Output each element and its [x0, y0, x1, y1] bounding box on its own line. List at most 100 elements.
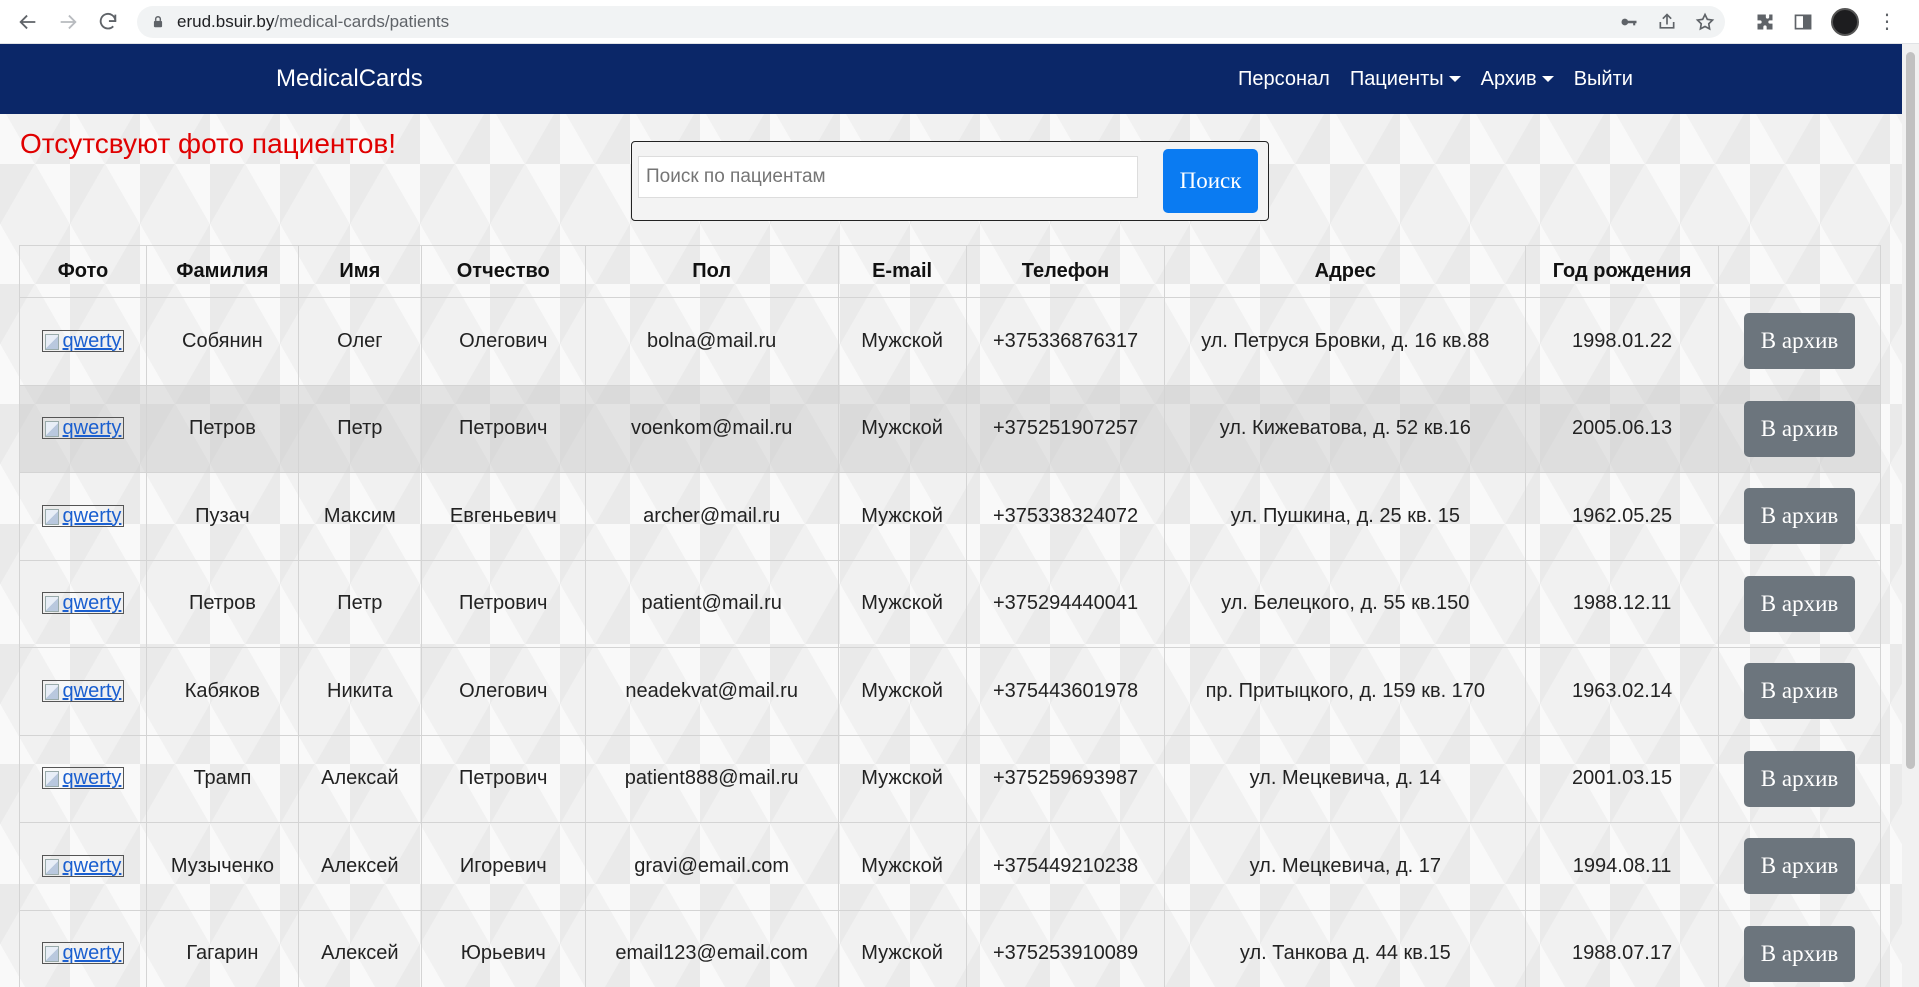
page-content: MedicalCards Персонал Пациенты Архив Вый… [0, 44, 1902, 987]
search-form: Поиск [631, 141, 1269, 221]
cell-address: ул. Мецкевича, д. 14 [1164, 734, 1527, 823]
cell-birth-year: 1962.05.25 [1525, 472, 1720, 561]
table-row: qwerty Трамп Алексай Петрович patient888@mai… [19, 734, 1881, 823]
cell-address: ул. Кижеватова, д. 52 кв.16 [1164, 384, 1527, 473]
cell-actions: В архив [1718, 734, 1881, 823]
cell-address: ул. Белецкого, д. 55 кв.150 [1164, 559, 1527, 648]
cell-phone: +375449210238 [965, 822, 1166, 911]
patient-photo-broken-image[interactable]: qwerty [41, 329, 125, 352]
table-header-row: Фото Фамилия Имя Отчество Пол E-mail Тел… [19, 245, 1881, 298]
cell-patronymic: Игоревич [420, 822, 586, 911]
cell-birth-year: 2005.06.13 [1525, 384, 1720, 473]
cell-surname: Музыченко [145, 822, 299, 911]
archive-button[interactable]: В архив [1744, 400, 1855, 457]
forward-icon[interactable] [48, 2, 88, 42]
cell-address: ул. Танкова д. 44 кв.15 [1164, 909, 1527, 987]
cell-surname: Пузач [145, 472, 299, 561]
cell-photo: qwerty [19, 559, 147, 648]
cell-name: Петр [297, 559, 422, 648]
reload-icon[interactable] [88, 2, 128, 42]
cell-patronymic: Евгеньевич [420, 472, 586, 561]
cell-patronymic: Петрович [420, 734, 586, 823]
bookmark-star-icon[interactable] [1695, 12, 1715, 32]
cell-photo: qwerty [19, 734, 147, 823]
back-icon[interactable] [8, 2, 48, 42]
cell-surname: Собянин [145, 297, 299, 386]
extensions-icon[interactable] [1755, 12, 1775, 32]
header-address: Адрес [1164, 245, 1527, 298]
cell-sex: Мужской [837, 647, 967, 736]
cell-actions: В архив [1718, 909, 1881, 987]
header-actions [1718, 245, 1881, 298]
patient-photo-broken-image[interactable]: qwerty [41, 854, 125, 877]
cell-birth-year: 2001.03.15 [1525, 734, 1720, 823]
search-button[interactable]: Поиск [1163, 149, 1258, 213]
cell-sex: Мужской [837, 384, 967, 473]
key-icon[interactable] [1619, 12, 1639, 32]
patient-photo-broken-image[interactable]: qwerty [41, 767, 125, 790]
cell-birth-year: 1988.12.11 [1525, 559, 1720, 648]
address-bar[interactable]: erud.bsuir.by/medical-cards/patients [137, 6, 1725, 38]
cell-name: Алексей [297, 909, 422, 987]
browser-toolbar: erud.bsuir.by/medical-cards/patients ⋮ [0, 0, 1919, 44]
cell-sex: Мужской [837, 822, 967, 911]
patient-photo-broken-image[interactable]: qwerty [41, 942, 125, 965]
cell-address: ул. Петруся Бровки, д. 16 кв.88 [1164, 297, 1527, 386]
cell-actions: В архив [1718, 822, 1881, 911]
table-row: qwerty Петров Петр Петрович voenkom@mail.ru М… [19, 384, 1881, 473]
cell-actions: В архив [1718, 384, 1881, 473]
archive-button[interactable]: В архив [1744, 750, 1855, 807]
patient-photo-broken-image[interactable]: qwerty [41, 592, 125, 615]
header-patronymic: Отчество [420, 245, 586, 298]
share-icon[interactable] [1657, 12, 1677, 32]
nav-dropdown-patients[interactable]: Пациенты [1350, 68, 1461, 91]
header-surname: Фамилия [145, 245, 299, 298]
patients-table: Фото Фамилия Имя Отчество Пол E-mail Тел… [19, 245, 1881, 987]
cell-email: gravi@email.com [584, 822, 839, 911]
cell-actions: В архив [1718, 297, 1881, 386]
archive-button[interactable]: В архив [1744, 575, 1855, 632]
table-row: qwerty Петров Петр Петрович patient@mail.ru М… [19, 559, 1881, 648]
archive-button[interactable]: В архив [1744, 925, 1855, 982]
cell-sex: Мужской [837, 734, 967, 823]
table-row: qwerty Музыченко Алексей Игоревич gravi@emai… [19, 822, 1881, 911]
patient-photo-broken-image[interactable]: qwerty [41, 417, 125, 440]
archive-button[interactable]: В архив [1744, 488, 1855, 545]
cell-photo: qwerty [19, 909, 147, 987]
cell-phone: +375338324072 [965, 472, 1166, 561]
cell-actions: В архив [1718, 647, 1881, 736]
kebab-menu-icon[interactable]: ⋮ [1877, 12, 1897, 32]
cell-name: Максим [297, 472, 422, 561]
scrollbar-thumb[interactable] [1906, 52, 1915, 769]
cell-email: email123@email.com [584, 909, 839, 987]
nav-links: Персонал Пациенты Архив Выйти [1238, 44, 1633, 114]
cell-surname: Петров [145, 384, 299, 473]
brand-logo[interactable]: MedicalCards [276, 44, 423, 114]
archive-button[interactable]: В архив [1744, 663, 1855, 720]
page-scrollbar[interactable] [1902, 44, 1919, 987]
cell-address: пр. Притыцкого, д. 159 кв. 170 [1164, 647, 1527, 736]
caret-down-icon [1448, 76, 1461, 82]
header-photo: Фото [19, 245, 147, 298]
patient-photo-broken-image[interactable]: qwerty [41, 504, 125, 527]
cell-name: Олег [297, 297, 422, 386]
side-panel-icon[interactable] [1793, 12, 1813, 32]
cell-address: ул. Мецкевича, д. 17 [1164, 822, 1527, 911]
table-row: qwerty Гагарин Алексей Юрьевич email123@emai… [19, 909, 1881, 987]
cell-sex: Мужской [837, 909, 967, 987]
nav-link-staff[interactable]: Персонал [1238, 68, 1330, 91]
cell-address: ул. Пушкина, д. 25 кв. 15 [1164, 472, 1527, 561]
cell-email: neadekvat@mail.ru [584, 647, 839, 736]
cell-sex: Мужской [837, 297, 967, 386]
cell-email: bolna@mail.ru [584, 297, 839, 386]
profile-avatar[interactable] [1831, 8, 1859, 36]
cell-photo: qwerty [19, 384, 147, 473]
archive-button[interactable]: В архив [1744, 313, 1855, 370]
cell-email: patient888@mail.ru [584, 734, 839, 823]
cell-name: Алексай [297, 734, 422, 823]
nav-dropdown-archive[interactable]: Архив [1481, 68, 1554, 91]
nav-link-logout[interactable]: Выйти [1574, 68, 1633, 91]
search-input[interactable] [638, 156, 1138, 198]
archive-button[interactable]: В архив [1744, 838, 1855, 895]
patient-photo-broken-image[interactable]: qwerty [41, 679, 125, 702]
